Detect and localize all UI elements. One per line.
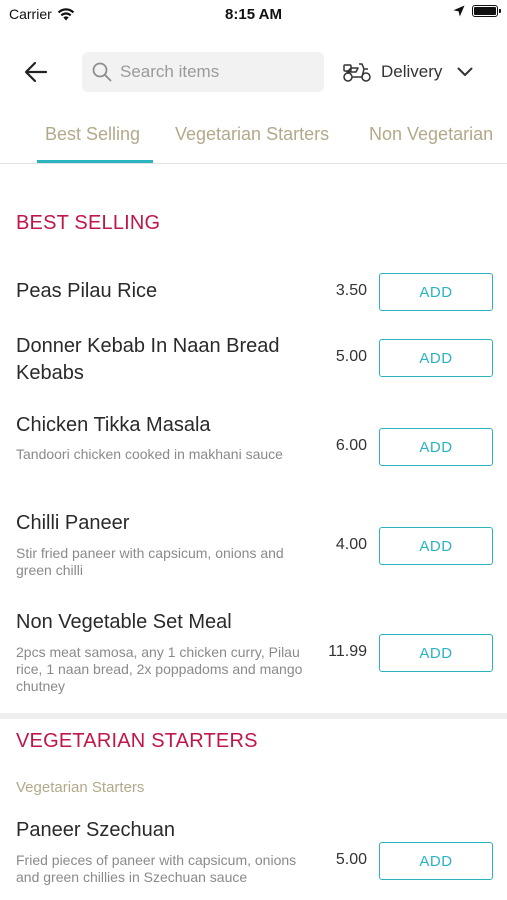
add-button[interactable]: ADD bbox=[379, 339, 493, 377]
search-bar[interactable] bbox=[82, 52, 324, 92]
top-bar: Delivery bbox=[0, 50, 507, 94]
arrow-left-icon bbox=[24, 61, 48, 83]
add-button[interactable]: ADD bbox=[379, 634, 493, 672]
battery-icon bbox=[472, 5, 501, 17]
add-button[interactable]: ADD bbox=[379, 273, 493, 311]
subcategory-label: Vegetarian Starters bbox=[16, 779, 145, 796]
item-price: 11.99 bbox=[328, 643, 367, 660]
search-input[interactable] bbox=[120, 62, 310, 82]
add-button[interactable]: ADD bbox=[379, 428, 493, 466]
section-divider bbox=[0, 713, 507, 719]
item-description: Fried pieces of paneer with capsicum, on… bbox=[16, 852, 297, 885]
item-description: 2pcs meat samosa, any 1 chicken curry, P… bbox=[16, 644, 303, 694]
item-price: 3.50 bbox=[335, 282, 367, 299]
tab-non-vegetarian[interactable]: Non Vegetarian bbox=[369, 124, 493, 145]
active-tab-indicator bbox=[37, 160, 153, 163]
item-price: 4.00 bbox=[335, 536, 367, 553]
location-arrow-icon bbox=[453, 5, 465, 17]
item-price: 5.00 bbox=[335, 851, 367, 868]
item-name: Non Vegetable Set Meal bbox=[16, 611, 232, 633]
item-name: Chicken Tikka Masala bbox=[16, 414, 211, 436]
back-button[interactable] bbox=[22, 58, 50, 86]
category-tabs: Best Selling Vegetarian Starters Non Veg… bbox=[0, 108, 507, 164]
item-name: Peas Pilau Rice bbox=[16, 280, 158, 302]
delivery-label: Delivery bbox=[381, 62, 443, 81]
tab-vegetarian-starters[interactable]: Vegetarian Starters bbox=[175, 124, 329, 145]
item-description: Tandoori chicken cooked in makhani sauce bbox=[16, 446, 283, 462]
item-price: 5.00 bbox=[335, 348, 367, 365]
status-right-icons bbox=[453, 5, 501, 17]
add-button[interactable]: ADD bbox=[379, 842, 493, 880]
status-bar: Carrier 8:15 AM bbox=[0, 0, 507, 30]
section-title-vegetarian-starters: VEGETARIAN STARTERS bbox=[16, 730, 258, 752]
section-title-best-selling: BEST SELLING bbox=[16, 212, 161, 234]
delivery-selector[interactable]: Delivery bbox=[342, 58, 473, 86]
item-price: 6.00 bbox=[335, 437, 367, 454]
status-time: 8:15 AM bbox=[225, 6, 282, 23]
item-name: Chilli Paneer bbox=[16, 512, 130, 534]
add-button[interactable]: ADD bbox=[379, 527, 493, 565]
scooter-icon bbox=[343, 63, 371, 82]
item-name: Paneer Szechuan bbox=[16, 819, 176, 841]
item-name: Donner Kebab In Naan Bread Kebabs bbox=[16, 335, 280, 384]
item-description: Stir fried paneer with capsicum, onions … bbox=[16, 545, 284, 578]
search-icon bbox=[92, 62, 112, 82]
chevron-down-icon bbox=[457, 67, 473, 76]
tab-best-selling[interactable]: Best Selling bbox=[45, 124, 140, 145]
